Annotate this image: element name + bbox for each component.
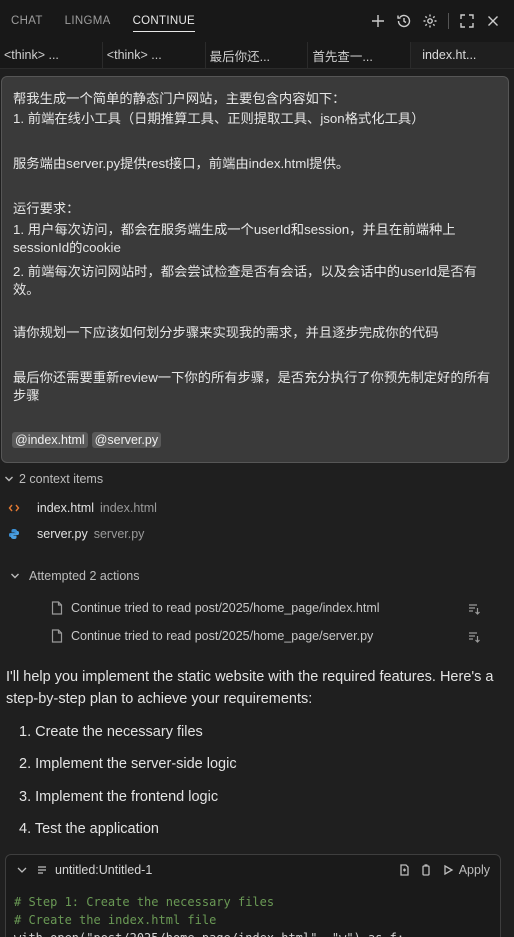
action-item[interactable]: Continue tried to read post/2025/home_pa… — [51, 601, 380, 615]
tab-lingma[interactable]: LINGMA — [54, 0, 122, 42]
message-line: 1. 前端在线小工具（日期推算工具、正则提取工具、json格式化工具） — [13, 111, 425, 126]
gear-icon — [423, 14, 437, 28]
code-line: with open("post/2025/home_page/index.htm… — [14, 929, 492, 937]
file-icon — [51, 629, 63, 643]
message-line: 服务端由server.py提供rest接口，前端由index.html提供。 — [13, 156, 350, 171]
apply-button[interactable]: Apply — [442, 863, 490, 877]
settings-button[interactable] — [419, 10, 441, 32]
chevron-down-icon — [5, 476, 13, 482]
mention-chip[interactable]: @index.html — [12, 432, 88, 448]
panel-header: CHAT LINGMA CONTINUE — [0, 0, 514, 42]
history-button[interactable] — [393, 10, 415, 32]
chevron-down-icon — [11, 573, 19, 579]
action-text: Continue tried to read post/2025/home_pa… — [71, 601, 380, 615]
insert-icon[interactable] — [468, 603, 480, 615]
close-icon — [488, 16, 498, 26]
plan-step: 2. Implement the server-side logic — [19, 756, 237, 772]
chevron-down-icon[interactable] — [16, 864, 28, 876]
session-tab[interactable]: 首先查一... — [308, 42, 412, 68]
context-item-path: index.html — [99, 501, 157, 515]
code-line: # Step 1: Create the necessary files — [14, 895, 275, 909]
panel-toolbar — [367, 10, 514, 32]
tab-chat[interactable]: CHAT — [0, 0, 54, 42]
insert-icon[interactable] — [468, 631, 480, 643]
context-item-name: server.py — [37, 527, 88, 541]
plan-step: 4. Test the application — [19, 821, 159, 837]
plan-step: 3. Implement the frontend logic — [19, 789, 219, 805]
mention-list: @index.html @server.py — [12, 432, 162, 448]
session-tabs: <think> ... <think> ... 最后你还... 首先查一... … — [0, 42, 514, 69]
code-block: untitled:Untitled-1 Apply # Step 1: Crea… — [5, 854, 501, 937]
action-text: Continue tried to read post/2025/home_pa… — [71, 629, 374, 643]
message-line: 运行要求： — [13, 201, 80, 216]
message-line: 2. 前端每次访问网站时，都会尝试检查是否有会话，以及会话中的userId是否有… — [13, 264, 477, 297]
fullscreen-icon — [460, 14, 474, 28]
session-tab-active[interactable]: index.ht... — [411, 42, 514, 68]
actions-summary: Attempted 2 actions — [29, 569, 140, 583]
apply-label: Apply — [458, 863, 490, 877]
context-item[interactable]: index.html index.html — [8, 501, 157, 515]
fullscreen-button[interactable] — [456, 10, 478, 32]
message-line: 请你规划一下应该如何划分步骤来实现我的需求，并且逐步完成你的代码 — [13, 325, 439, 340]
code-block-header: untitled:Untitled-1 Apply — [6, 855, 500, 885]
session-tab[interactable]: <think> ... — [0, 42, 103, 68]
user-message[interactable]: 帮我生成一个简单的静态门户网站，主要包含内容如下： 1. 前端在线小工具（日期推… — [1, 76, 509, 463]
python-icon — [9, 529, 19, 539]
session-tab[interactable]: <think> ... — [103, 42, 206, 68]
toolbar-divider — [448, 13, 449, 29]
plus-icon — [372, 15, 384, 27]
session-tab[interactable]: 最后你还... — [206, 42, 309, 68]
new-chat-button[interactable] — [367, 10, 389, 32]
play-icon — [444, 864, 454, 876]
close-panel-button[interactable] — [482, 10, 504, 32]
file-icon — [51, 601, 63, 615]
message-line: 最后你还需要重新review一下你的所有步骤，是否充分执行了你预先制定好的所有步… — [13, 370, 491, 403]
history-icon — [397, 14, 411, 28]
html-icon — [8, 504, 20, 512]
message-line: 帮我生成一个简单的静态门户网站，主要包含内容如下： — [13, 91, 346, 106]
context-item-path: server.py — [93, 527, 145, 541]
context-item[interactable]: server.py server.py — [8, 527, 144, 541]
context-toggle[interactable]: 2 context items — [4, 472, 103, 486]
tab-continue[interactable]: CONTINUE — [122, 0, 206, 42]
list-icon — [38, 866, 46, 874]
code-content[interactable]: # Step 1: Create the necessary files # C… — [6, 885, 500, 937]
context-summary: 2 context items — [19, 472, 104, 486]
context-item-name: index.html — [37, 501, 94, 515]
action-item[interactable]: Continue tried to read post/2025/home_pa… — [51, 629, 373, 643]
copy-icon[interactable] — [420, 864, 432, 876]
message-line: 1. 用户每次访问，都会在服务端生成一个userId和session，并且在前端… — [13, 222, 456, 255]
code-block-title: untitled:Untitled-1 — [55, 863, 153, 877]
mention-chip[interactable]: @server.py — [91, 432, 162, 448]
code-line: # Create the index.html file — [14, 913, 217, 927]
assistant-response: I'll help you implement the static websi… — [6, 669, 494, 707]
actions-toggle[interactable]: Attempted 2 actions — [10, 569, 139, 583]
plan-step: 1. Create the necessary files — [19, 724, 203, 740]
insert-at-cursor-icon[interactable] — [398, 864, 410, 876]
